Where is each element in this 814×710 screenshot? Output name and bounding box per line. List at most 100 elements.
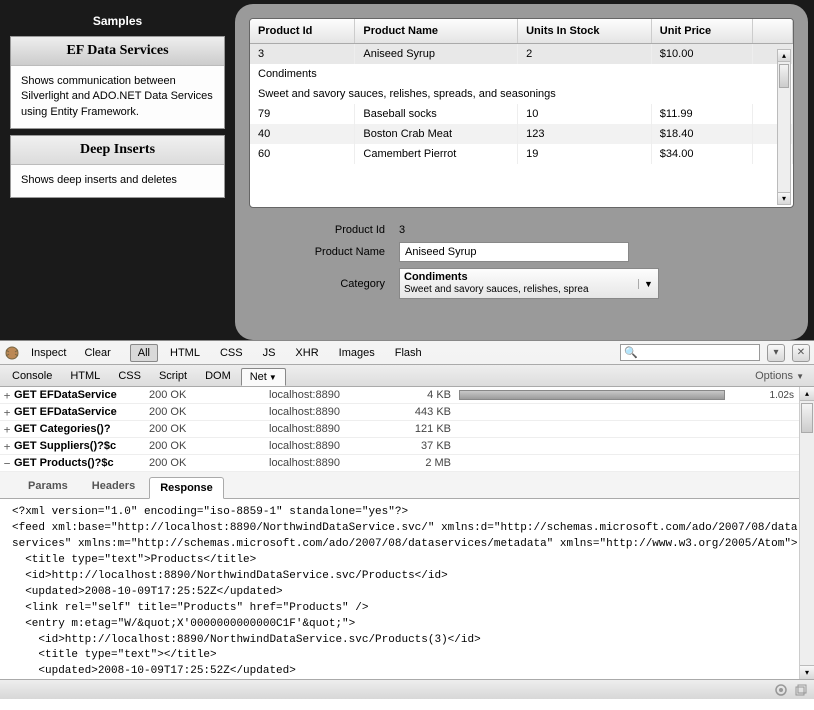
timeline-bar	[459, 457, 748, 469]
cell-id: 3	[250, 44, 355, 65]
expand-icon[interactable]: +	[0, 406, 14, 419]
net-row[interactable]: +GET Suppliers()?$c200 OKlocalhost:88903…	[0, 438, 814, 455]
firebug-toolbar: Inspect Clear All HTML CSS JS XHR Images…	[0, 341, 814, 365]
filter-flash-button[interactable]: Flash	[387, 344, 430, 362]
filter-css-button[interactable]: CSS	[212, 344, 251, 362]
inspect-button[interactable]: Inspect	[24, 345, 73, 361]
gear-icon[interactable]	[774, 683, 788, 697]
tab-css[interactable]: CSS	[110, 368, 149, 384]
sidebar: Samples EF Data Services Shows communica…	[0, 0, 235, 340]
net-row[interactable]: +GET Categories()?200 OKlocalhost:889012…	[0, 421, 814, 438]
grid-row[interactable]: 60 Camembert Pierrot 19 $34.00	[250, 144, 793, 164]
net-row[interactable]: +GET EFDataService200 OKlocalhost:88904 …	[0, 387, 814, 404]
options-label: Options	[755, 370, 793, 382]
col-units-stock[interactable]: Units In Stock	[518, 19, 652, 44]
chevron-down-icon: ▼	[796, 372, 804, 381]
scroll-up-icon[interactable]: ▴	[800, 387, 814, 401]
cell-stock: 123	[518, 124, 652, 144]
minimize-button[interactable]: ▾	[767, 344, 785, 362]
value-product-id: 3	[399, 224, 405, 236]
col-unit-price[interactable]: Unit Price	[651, 19, 752, 44]
label-category: Category	[269, 278, 399, 290]
sidebar-item-title: EF Data Services	[11, 37, 224, 66]
firebug-icon[interactable]	[4, 345, 20, 361]
tab-headers[interactable]: Headers	[82, 476, 145, 498]
popup-icon[interactable]	[794, 683, 808, 697]
filter-html-button[interactable]: HTML	[162, 344, 208, 362]
response-body[interactable]: <?xml version="1.0" encoding="iso-8859-1…	[0, 499, 814, 679]
request-name: GET EFDataService	[14, 389, 149, 401]
group-title: Condiments	[250, 64, 793, 84]
request-name: GET EFDataService	[14, 406, 149, 418]
grid-scrollbar[interactable]: ▴ ▾	[777, 49, 791, 205]
timeline-bar	[459, 389, 748, 401]
grid-row-selected[interactable]: 3 Aniseed Syrup 2 $10.00	[250, 44, 793, 65]
expand-icon[interactable]: −	[0, 457, 14, 470]
filter-images-button[interactable]: Images	[331, 344, 383, 362]
cell-id: 40	[250, 124, 355, 144]
search-input[interactable]: 🔍	[620, 344, 760, 361]
tab-script[interactable]: Script	[151, 368, 195, 384]
request-size: 121 KB	[399, 423, 459, 435]
select-subtitle: Sweet and savory sauces, relishes, sprea	[404, 284, 638, 296]
cell-stock: 2	[518, 44, 652, 65]
main-panel: Product Id Product Name Units In Stock U…	[235, 4, 808, 340]
select-title: Condiments	[404, 271, 638, 284]
request-size: 37 KB	[399, 440, 459, 452]
col-product-name[interactable]: Product Name	[355, 19, 518, 44]
tab-dom[interactable]: DOM	[197, 368, 239, 384]
category-select[interactable]: Condiments Sweet and savory sauces, reli…	[399, 268, 659, 299]
tab-html[interactable]: HTML	[62, 368, 108, 384]
tab-params[interactable]: Params	[18, 476, 78, 498]
sidebar-item-ef[interactable]: EF Data Services Shows communication bet…	[10, 36, 225, 129]
scroll-down-icon[interactable]: ▾	[778, 192, 790, 204]
col-spacer	[753, 19, 793, 44]
close-button[interactable]: ✕	[792, 344, 810, 362]
product-name-input[interactable]	[399, 242, 629, 262]
tab-net[interactable]: Net▼	[241, 368, 286, 386]
cell-id: 79	[250, 104, 355, 124]
sidebar-item-body: Shows deep inserts and deletes	[11, 165, 224, 196]
request-host: localhost:8890	[269, 457, 399, 469]
net-row[interactable]: +GET EFDataService200 OKlocalhost:889044…	[0, 404, 814, 421]
sidebar-item-deep[interactable]: Deep Inserts Shows deep inserts and dele…	[10, 135, 225, 197]
scroll-thumb[interactable]	[779, 64, 789, 88]
request-status: 200 OK	[149, 440, 269, 452]
filter-js-button[interactable]: JS	[255, 344, 284, 362]
options-button[interactable]: Options ▼	[755, 370, 810, 382]
cell-name: Camembert Pierrot	[355, 144, 518, 164]
filter-xhr-button[interactable]: XHR	[287, 344, 326, 362]
cell-name: Baseball socks	[355, 104, 518, 124]
expand-icon[interactable]: +	[0, 389, 14, 402]
detail-form: Product Id 3 Product Name Category Condi…	[249, 208, 794, 315]
scroll-up-icon[interactable]: ▴	[778, 50, 790, 62]
net-panel: +GET EFDataService200 OKlocalhost:88904 …	[0, 387, 814, 679]
expand-icon[interactable]: +	[0, 423, 14, 436]
label-product-name: Product Name	[269, 246, 399, 258]
tab-response[interactable]: Response	[149, 477, 224, 499]
chevron-down-icon[interactable]: ▼	[638, 279, 654, 289]
grid-row[interactable]: 40 Boston Crab Meat 123 $18.40	[250, 124, 793, 144]
datagrid[interactable]: Product Id Product Name Units In Stock U…	[249, 18, 794, 208]
request-name: GET Categories()?	[14, 423, 149, 435]
net-scrollbar[interactable]: ▴ ▾	[799, 387, 814, 679]
request-host: localhost:8890	[269, 440, 399, 452]
request-size: 4 KB	[399, 389, 459, 401]
cell-price: $34.00	[651, 144, 752, 164]
cell-name: Boston Crab Meat	[355, 124, 518, 144]
sidebar-title: Samples	[10, 10, 225, 36]
grid-row[interactable]: 79 Baseball socks 10 $11.99	[250, 104, 793, 124]
timeline-bar	[459, 440, 748, 452]
scroll-down-icon[interactable]: ▾	[800, 665, 814, 679]
col-product-id[interactable]: Product Id	[250, 19, 355, 44]
request-host: localhost:8890	[269, 423, 399, 435]
filter-all-button[interactable]: All	[130, 344, 158, 362]
chevron-down-icon: ▼	[269, 373, 277, 382]
request-host: localhost:8890	[269, 406, 399, 418]
net-row[interactable]: −GET Products()?$c200 OKlocalhost:88902 …	[0, 455, 814, 472]
scroll-thumb[interactable]	[801, 403, 813, 433]
response-tabs: Params Headers Response	[0, 472, 814, 499]
clear-button[interactable]: Clear	[77, 345, 117, 361]
tab-console[interactable]: Console	[4, 368, 60, 384]
expand-icon[interactable]: +	[0, 440, 14, 453]
